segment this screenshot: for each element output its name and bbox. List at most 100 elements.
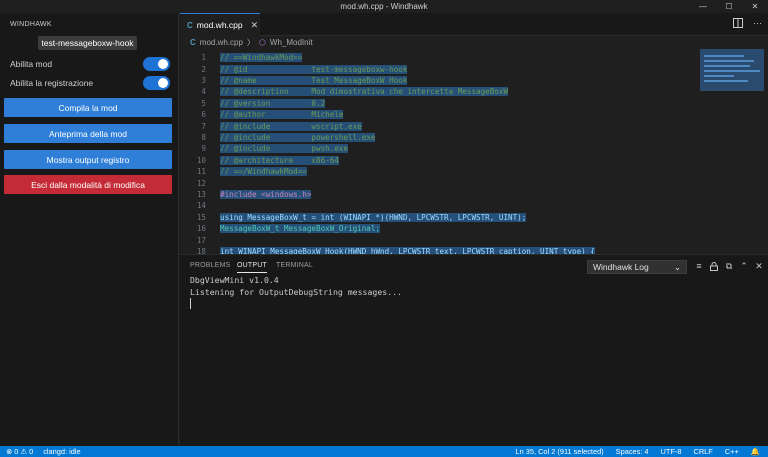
- code-line[interactable]: 7 // @include wscript.exe: [180, 120, 700, 131]
- code-line[interactable]: 5 // @version 0.2: [180, 98, 700, 109]
- line-number: 16: [196, 224, 206, 234]
- code-line[interactable]: 11 // ==/WindhawkMod==: [180, 166, 700, 177]
- code-text: // @include pwsh.exe: [220, 144, 349, 154]
- code-line[interactable]: 12: [180, 177, 700, 188]
- line-number: 1: [201, 53, 206, 63]
- code-line[interactable]: 8 // @include powershell.exe: [180, 132, 700, 143]
- code-line[interactable]: 18 int WINAPI MessageBoxW_Hook(HWND hWnd,…: [180, 246, 700, 254]
- cursor-position-status[interactable]: Ln 35, Col 2 (911 selected): [515, 447, 603, 456]
- code-line[interactable]: 10 // @architecture x86-64: [180, 155, 700, 166]
- window-controls: — ☐ ✕: [690, 0, 768, 13]
- chevron-up-icon[interactable]: ⌃: [738, 260, 750, 272]
- enable-logging-toggle[interactable]: [143, 76, 170, 90]
- code-line[interactable]: 1 // ==WindhawkMod==: [180, 52, 700, 63]
- code-text: // @name Test MessageBoxW Hook: [220, 75, 408, 85]
- text-cursor: [190, 298, 191, 309]
- mod-id-chip: test-messageboxw-hook: [38, 36, 137, 50]
- exit-edit-mode-button[interactable]: Esci dalla modalità di modifica: [4, 175, 172, 194]
- tab-problems[interactable]: PROBLEMS: [190, 262, 231, 269]
- code-text: int WINAPI MessageBoxW_Hook(HWND hWnd, L…: [220, 246, 595, 254]
- clangd-status[interactable]: clangd: idle: [43, 447, 80, 456]
- language-status[interactable]: C++: [725, 447, 739, 456]
- minimize-button[interactable]: —: [690, 0, 716, 13]
- filter-list-icon[interactable]: ≡: [693, 260, 705, 272]
- tab-output[interactable]: OUTPUT: [237, 262, 267, 273]
- notifications-icon[interactable]: 🔔: [751, 447, 760, 456]
- code-editor[interactable]: 1 // ==WindhawkMod== 2 // @id test-messageb…: [180, 49, 700, 254]
- code-line[interactable]: 13 #include <windows.h>: [180, 189, 700, 200]
- code-line[interactable]: 15 using MessageBoxW_t = int (WINAPI *)(H…: [180, 212, 700, 223]
- line-number: 5: [201, 98, 206, 108]
- preview-mod-button[interactable]: Anteprima della mod: [4, 124, 172, 143]
- enable-logging-row: Abilita la registrazione: [10, 76, 170, 90]
- editor-actions: ···: [733, 18, 762, 30]
- lock-scroll-icon[interactable]: [708, 260, 720, 272]
- split-editor-icon[interactable]: [733, 18, 743, 30]
- window-title: mod.wh.cpp - Windhawk: [340, 2, 428, 11]
- enable-logging-label: Abilita la registrazione: [10, 78, 94, 88]
- minimap-line: [704, 70, 760, 72]
- code-text: // @include wscript.exe: [220, 121, 362, 131]
- line-number: 17: [196, 235, 206, 245]
- maximize-button[interactable]: ☐: [716, 0, 742, 13]
- copy-icon[interactable]: ⧉: [723, 260, 735, 272]
- line-number: 2: [201, 64, 206, 74]
- title-bar: mod.wh.cpp - Windhawk — ☐ ✕: [0, 0, 768, 13]
- windhawk-sidebar: WINDHAWK test-messageboxw-hook Abilita m…: [0, 13, 179, 446]
- code-text: #include <windows.h>: [220, 189, 312, 199]
- line-number: 15: [196, 212, 206, 222]
- breadcrumb-symbol[interactable]: Wh_ModInit: [270, 38, 313, 47]
- code-text: // @version 0.2: [220, 98, 326, 108]
- code-text: // ==/WindhawkMod==: [220, 167, 307, 177]
- enable-mod-toggle[interactable]: [143, 57, 170, 71]
- line-number: 9: [201, 144, 206, 154]
- code-text: // ==WindhawkMod==: [220, 53, 303, 63]
- output-log[interactable]: DbgViewMini v1.0.4 Listening for OutputD…: [190, 275, 402, 298]
- code-line[interactable]: 3 // @name Test MessageBoxW Hook: [180, 75, 700, 86]
- chevron-down-icon: ⌄: [673, 261, 681, 272]
- code-line[interactable]: 16 MessageBoxW_t MessageBoxW_Original;: [180, 223, 700, 234]
- status-bar: ⊗ 0 ⚠ 0 clangd: idle Ln 35, Col 2 (911 s…: [0, 446, 768, 457]
- line-number: 8: [201, 132, 206, 142]
- code-text: // @include powershell.exe: [220, 132, 376, 142]
- line-number: 12: [196, 178, 206, 188]
- code-text: // @description Mod dimostrativa che int…: [220, 87, 509, 97]
- code-text: // @author Michele: [220, 110, 344, 120]
- code-line[interactable]: 4 // @description Mod dimostrativa che in…: [180, 86, 700, 97]
- close-button[interactable]: ✕: [742, 0, 768, 13]
- code-line[interactable]: 2 // @id test-messageboxw-hook: [180, 63, 700, 74]
- minimap[interactable]: [700, 49, 768, 254]
- line-number: 10: [196, 155, 206, 165]
- code-line[interactable]: 6 // @author Michele: [180, 109, 700, 120]
- code-text: // @id test-messageboxw-hook: [220, 64, 408, 74]
- code-text: using MessageBoxW_t = int (WINAPI *)(HWN…: [220, 212, 527, 222]
- log-source-select[interactable]: Windhawk Log ⌄: [587, 260, 687, 274]
- show-log-button[interactable]: Mostra output registro: [4, 150, 172, 169]
- indentation-status[interactable]: Spaces: 4: [616, 447, 649, 456]
- compile-mod-button[interactable]: Compila la mod: [4, 98, 172, 117]
- line-number: 4: [201, 87, 206, 97]
- line-number: 3: [201, 75, 206, 85]
- minimap-line: [704, 80, 748, 82]
- breadcrumb: C mod.wh.cpp 〉 ⬡ Wh_ModInit: [180, 36, 768, 49]
- code-text: // @architecture x86-64: [220, 155, 339, 165]
- breadcrumb-file[interactable]: mod.wh.cpp: [200, 38, 243, 47]
- code-line[interactable]: 9 // @include pwsh.exe: [180, 143, 700, 154]
- encoding-status[interactable]: UTF-8: [661, 447, 682, 456]
- line-number: 18: [196, 246, 206, 254]
- tab-close-icon[interactable]: ✕: [251, 20, 259, 31]
- eol-status[interactable]: CRLF: [694, 447, 713, 456]
- line-number: 6: [201, 110, 206, 120]
- tab-mod-wh-cpp[interactable]: C mod.wh.cpp ✕: [180, 13, 260, 36]
- more-actions-icon[interactable]: ···: [753, 18, 762, 30]
- minimap-line: [704, 65, 750, 67]
- code-line[interactable]: 17: [180, 234, 700, 245]
- code-text: MessageBoxW_t MessageBoxW_Original;: [220, 224, 381, 234]
- close-panel-icon[interactable]: ✕: [753, 260, 765, 272]
- problems-status[interactable]: ⊗ 0 ⚠ 0: [6, 447, 33, 456]
- minimap-line: [704, 75, 734, 77]
- code-line[interactable]: 14: [180, 200, 700, 211]
- sidebar-header: WINDHAWK: [10, 21, 52, 28]
- line-number: 11: [196, 167, 206, 177]
- tab-terminal[interactable]: TERMINAL: [276, 262, 313, 269]
